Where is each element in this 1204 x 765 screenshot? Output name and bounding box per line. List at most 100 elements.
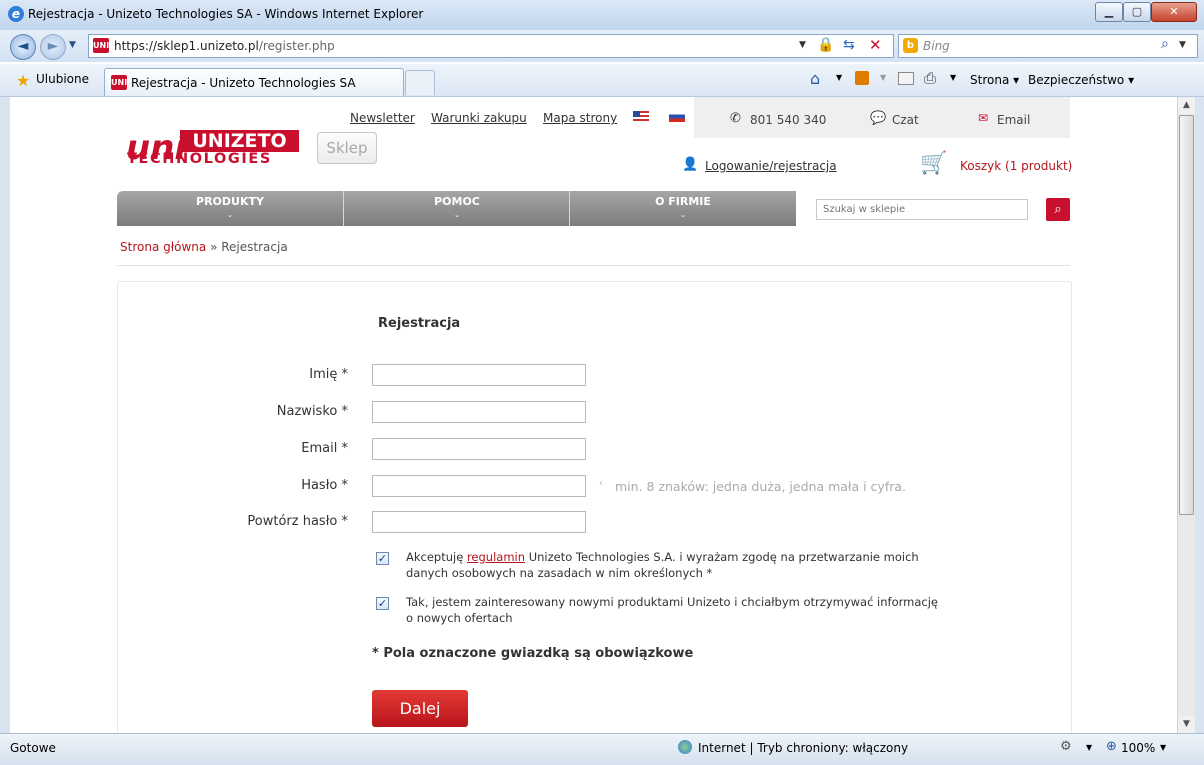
chat-link[interactable]: Czat	[892, 113, 919, 127]
browser-search-placeholder: Bing	[923, 39, 950, 53]
scroll-down-icon[interactable]: ▼	[1178, 716, 1195, 733]
stop-icon[interactable]: ✕	[869, 36, 882, 54]
tab-favicon: UNI	[111, 75, 127, 90]
menu-page[interactable]: Strona ▾	[970, 73, 1019, 87]
first-name-label: Imię *	[309, 367, 348, 382]
window-titlebar: e Rejestracja - Unizeto Technologies SA …	[0, 0, 1204, 31]
main-navigation: PRODUKTY ⌄ POMOC ⌄ O FIRMIE ⌄	[117, 191, 796, 226]
logo-unizeto[interactable]: UNIZETO	[180, 130, 299, 152]
protected-mode-icon[interactable]: ⚙	[1060, 739, 1072, 754]
logo-technologies[interactable]: TECHNOLOGIES	[127, 151, 272, 167]
email-input[interactable]	[372, 438, 586, 460]
vertical-scrollbar[interactable]: ▲ ▼	[1177, 97, 1195, 733]
breadcrumb-home[interactable]: Strona główna	[120, 240, 206, 254]
window-title: Rejestracja - Unizeto Technologies SA - …	[28, 7, 424, 21]
phone-icon: ✆	[730, 111, 741, 126]
chevron-down-icon: ⌄	[680, 211, 686, 219]
sitemap-link[interactable]: Mapa strony	[543, 111, 617, 125]
lock-icon[interactable]: 🔒	[817, 37, 834, 53]
print-icon[interactable]: ⎙	[924, 69, 936, 87]
newsletter-consent-text: Tak, jestem zainteresowany nowymi produk…	[406, 595, 938, 625]
mail-icon[interactable]	[898, 72, 914, 85]
chevron-down-icon: ⌄	[227, 211, 233, 219]
newsletter-checkbox[interactable]: ✓	[376, 597, 389, 610]
security-zone-text[interactable]: Internet | Tryb chroniony: włączony	[698, 741, 908, 755]
address-dropdown-icon[interactable]: ▼	[799, 40, 806, 50]
login-register-link[interactable]: Logowanie/rejestracja	[705, 159, 837, 173]
close-window-button[interactable]: ✕	[1151, 2, 1197, 22]
hint-arrow-icon: ‹	[599, 478, 603, 489]
protected-dropdown-icon[interactable]: ▼	[1086, 743, 1092, 752]
refresh-icon[interactable]: ⇆	[843, 37, 855, 53]
favorites-button[interactable]: Ulubione	[36, 72, 89, 86]
new-tab-button[interactable]	[405, 70, 435, 95]
first-name-input[interactable]	[372, 364, 586, 386]
next-button[interactable]: Dalej	[372, 690, 468, 727]
address-url[interactable]: https://sklep1.unizeto.pl/register.php	[114, 39, 335, 53]
maximize-button[interactable]: ▢	[1123, 2, 1151, 22]
browser-search-box[interactable]: b Bing ⌕ ▼	[898, 34, 1198, 58]
repeat-password-label: Powtórz hasło *	[247, 514, 348, 529]
terms-consent-text: Akceptuję regulamin Unizeto Technologies…	[406, 550, 919, 580]
breadcrumb: Strona główna » Rejestracja	[120, 240, 288, 254]
scroll-up-icon[interactable]: ▲	[1178, 97, 1195, 114]
home-dropdown-icon[interactable]: ▼	[836, 73, 842, 82]
internet-explorer-icon: e	[8, 6, 24, 22]
chevron-down-icon: ⌄	[454, 211, 460, 219]
last-name-label: Nazwisko *	[276, 404, 348, 419]
repeat-password-input[interactable]	[372, 511, 586, 533]
cart-icon[interactable]: 🛒	[920, 151, 947, 176]
history-dropdown-icon[interactable]: ▼	[69, 40, 76, 50]
user-icon: 👤	[682, 157, 699, 172]
minimize-button[interactable]: ▁	[1095, 2, 1123, 22]
phone-number[interactable]: 801 540 340	[750, 113, 826, 127]
favorites-star-icon[interactable]: ★	[16, 71, 30, 90]
search-button[interactable]: ⌕	[1046, 198, 1070, 221]
site-favicon: UNI	[93, 38, 109, 53]
nav-about[interactable]: O FIRMIE ⌄	[570, 191, 796, 226]
email-link[interactable]: Email	[997, 113, 1030, 127]
feeds-dropdown-icon[interactable]: ▼	[880, 73, 886, 82]
shop-search-input[interactable]	[816, 199, 1028, 220]
address-bar[interactable]: UNI https://sklep1.unizeto.pl/register.p…	[88, 34, 894, 58]
newsletter-link[interactable]: Newsletter	[350, 111, 415, 125]
russian-flag-icon[interactable]	[669, 111, 685, 122]
menu-security[interactable]: Bezpieczeństwo ▾	[1028, 73, 1134, 87]
search-dropdown-icon[interactable]: ▼	[1179, 40, 1186, 50]
tab-active[interactable]: UNI Rejestracja - Unizeto Technologies S…	[104, 68, 404, 96]
cart-link[interactable]: Koszyk (1 produkt)	[960, 159, 1072, 173]
email-label: Email *	[301, 441, 348, 456]
zoom-icon[interactable]: ⊕	[1106, 739, 1117, 754]
email-icon: ✉	[978, 111, 989, 125]
last-name-input[interactable]	[372, 401, 586, 423]
back-button[interactable]: ◄	[10, 34, 36, 60]
chat-icon: 💬	[870, 111, 887, 126]
english-flag-icon[interactable]	[633, 111, 649, 122]
search-icon[interactable]: ⌕	[1161, 36, 1169, 52]
feeds-icon[interactable]	[855, 71, 869, 85]
form-title: Rejestracja	[378, 316, 461, 331]
required-fields-note: * Pola oznaczone gwiazdką są obowiązkowe	[372, 646, 694, 661]
home-icon[interactable]: ⌂	[810, 69, 820, 88]
password-input[interactable]	[372, 475, 586, 497]
divider	[117, 265, 1070, 266]
web-page: Newsletter Warunki zakupu Mapa strony ✆ …	[10, 97, 1177, 733]
status-text: Gotowe	[10, 741, 56, 755]
scroll-thumb[interactable]	[1179, 115, 1194, 515]
window-right-edge	[1194, 97, 1204, 733]
bing-icon: b	[903, 38, 918, 53]
zoom-dropdown-icon[interactable]: ▼	[1160, 743, 1166, 752]
internet-zone-icon	[678, 740, 692, 754]
shop-button[interactable]: Sklep	[317, 132, 377, 164]
tab-label: Rejestracja - Unizeto Technologies SA	[131, 76, 356, 90]
window-left-edge	[0, 97, 10, 733]
contact-bar: ✆ 801 540 340 💬 Czat ✉ Email	[694, 97, 1070, 138]
terms-consent-checkbox[interactable]: ✓	[376, 552, 389, 565]
print-dropdown-icon[interactable]: ▼	[950, 73, 956, 82]
zoom-level[interactable]: 100%	[1121, 741, 1155, 755]
nav-help[interactable]: POMOC ⌄	[344, 191, 570, 226]
terms-link-inline[interactable]: regulamin	[467, 550, 525, 564]
terms-link[interactable]: Warunki zakupu	[431, 111, 527, 125]
nav-products[interactable]: PRODUKTY ⌄	[117, 191, 343, 226]
forward-button[interactable]: ►	[40, 34, 66, 60]
